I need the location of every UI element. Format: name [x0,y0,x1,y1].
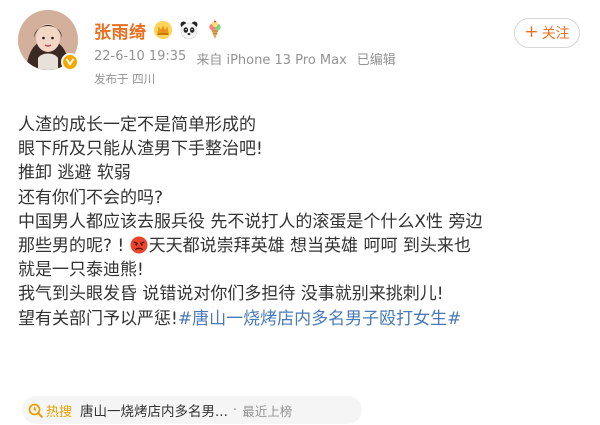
username-row: 张雨绮 [94,17,225,43]
post-source: 来自 iPhone 13 Pro Max [196,53,347,68]
hashtag-link[interactable]: #唐山一烧烤店内多名男子殴打女生# [178,309,462,329]
edited-label[interactable]: 已编辑 [357,49,396,68]
post-content: 人渣的成长一定不是简单形成的 眼下所及只能从渣男下手整治吧! 推卸 逃避 软弱 … [18,113,584,331]
follow-label: 关注 [541,26,570,42]
ice-cream-icon[interactable] [205,20,225,40]
post-line-8: 我气到头眼发昏 说错说对你们多担待 没事就别来挑刺儿! [18,284,444,305]
post-line-7: 就是一只泰迪熊! [18,260,144,281]
post-line-1: 人渣的成长一定不是简单形成的 [18,115,256,135]
post-line-5: 中国男人都应该去服兵役 先不说打人的滚蛋是个什么X性 旁边 [18,211,483,232]
hot-search-tag: 热搜 [28,401,72,420]
panda-icon[interactable] [179,20,199,40]
hot-search-topic: 唐山一烧烤店内多名男... [80,404,228,420]
hot-search-tag-label: 热搜 [46,404,73,420]
post-date: 22-6-10 19:35 [94,49,187,64]
post-line-3: 推卸 逃避 软弱 [18,163,131,184]
post-line-4: 还有你们不会的吗? [18,187,164,208]
post-line-6: 那些男的呢? ! 天天都说崇拜英雄 想当英雄 呵呵 到头来也 [18,234,584,258]
hot-search-status: 最近上榜 [242,403,293,419]
angry-face-icon [130,236,148,254]
plus-icon: + [524,22,539,42]
weibo-post: 张雨绮 22-6-10 19:35 来自 iPhone 13 Pro Max 已… [0,0,600,425]
post-line-2: 眼下所及只能从渣男下手整治吧! [18,139,263,160]
verified-badge-icon [61,53,79,71]
crown-icon[interactable] [153,20,173,40]
post-line-9-text: 望有关部门予以严惩! [18,308,178,329]
follow-button[interactable]: + 关注 [514,18,580,48]
username[interactable]: 张雨绮 [94,18,147,43]
avatar[interactable] [18,10,79,71]
post-meta: 22-6-10 19:35 来自 iPhone 13 Pro Max 已编辑 [94,49,396,68]
post-line-6-text: 那些男的呢? ! [18,235,125,256]
hot-search-icon [28,403,43,418]
hot-search-chip[interactable]: 热搜 唐山一烧烤店内多名男... · 最近上榜 [22,396,362,424]
post-location: 发布于 四川 [94,72,156,86]
post-line-6-cont: 天天都说崇拜英雄 想当英雄 呵呵 到头来也 [148,235,471,256]
hot-search-separator: · [232,402,238,418]
post-line-9: 望有关部门予以严惩!#唐山一烧烤店内多名男子殴打女生# [18,307,584,331]
